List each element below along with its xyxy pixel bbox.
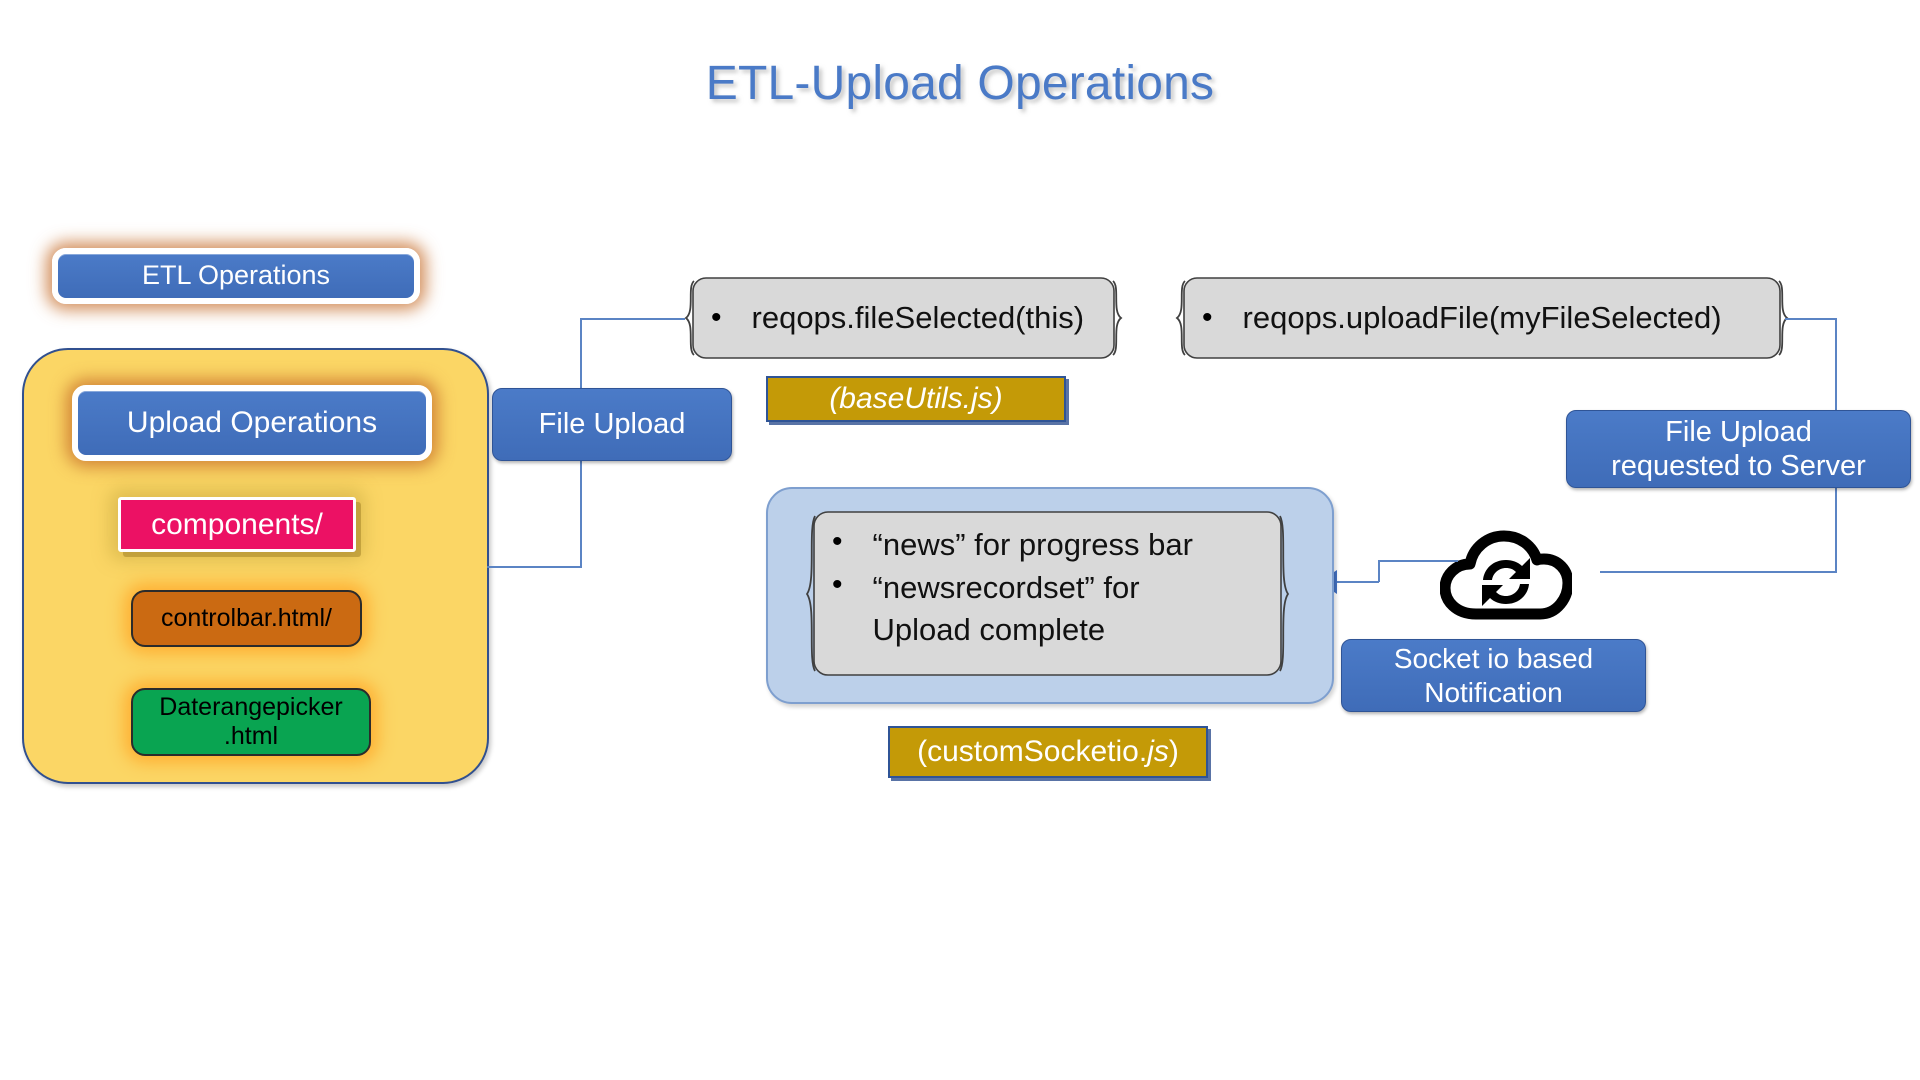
news-item-1: • “news” for progress bar (806, 527, 1193, 563)
code-box-upload-file: • reqops.uploadFile(myFileSelected) (1175, 277, 1789, 359)
socket-notification-box[interactable]: Socket io based Notification (1341, 639, 1646, 712)
news-item-2-line1: “newsrecordset” for (872, 570, 1140, 605)
connector-from-uploadfile (1785, 318, 1837, 320)
daterangepicker-label-line2: .html (223, 722, 279, 750)
controlbar-box[interactable]: controlbar.html/ (131, 590, 362, 647)
file-upload-requested-line1: File Upload (1665, 415, 1812, 448)
custom-socketio-note: (customSocketio. js) (888, 726, 1208, 778)
base-utils-note: (baseUtils.js) (766, 376, 1066, 422)
connector-to-yellow-panel (487, 566, 582, 568)
upload-operations-label: Upload Operations (126, 406, 378, 440)
connector-cloud-to-news-v (1378, 560, 1380, 582)
code-box-2-content: • reqops.uploadFile(myFileSelected) (1176, 277, 1788, 359)
socket-notification-line2: Notification (1424, 676, 1563, 708)
daterangepicker-box[interactable]: Daterangepicker .html (131, 688, 371, 756)
socket-notification-line1: Socket io based (1393, 643, 1594, 675)
etl-operations-box[interactable]: ETL Operations (52, 248, 420, 304)
code-box-2-text: reqops.uploadFile(myFileSelected) (1242, 300, 1722, 335)
daterangepicker-label-line1: Daterangepicker (159, 693, 343, 722)
cloud-sync-icon (1439, 528, 1574, 620)
base-utils-label: (baseUtils.js) (829, 382, 1003, 415)
connector-cloud-to-news-h2 (1337, 581, 1379, 583)
page-title: ETL-Upload Operations (705, 57, 1215, 110)
news-item-2-bullet: • (832, 568, 843, 601)
connector-cloud-to-news-h1 (1378, 560, 1458, 562)
connector-right-to-cloud (1600, 571, 1837, 573)
file-upload-requested-box[interactable]: File Upload requested to Server (1566, 410, 1911, 488)
custom-socketio-name: js (1147, 735, 1169, 768)
code-box-1-content: • reqops.fileSelected(this) (685, 277, 1122, 359)
custom-socketio-prefix: (customSocketio. (917, 735, 1148, 768)
code-box-1-text: reqops.fileSelected(this) (751, 300, 1085, 335)
code-box-2-bullet: • (1202, 301, 1213, 334)
news-box: • “news” for progress bar • “newsrecords… (805, 511, 1290, 676)
news-item-1-bullet: • (832, 525, 843, 558)
custom-socketio-suffix: ) (1168, 735, 1179, 768)
connector-to-fileselected (580, 318, 685, 320)
news-item-1-text: “news” for progress bar (872, 527, 1193, 562)
components-box[interactable]: components/ (118, 497, 356, 552)
file-upload-requested-line2: requested to Server (1611, 450, 1866, 482)
news-box-content: • “news” for progress bar • “newsrecords… (806, 511, 1289, 676)
code-box-file-selected: • reqops.fileSelected(this) (684, 277, 1123, 359)
news-item-2: • “newsrecordset” for Upload complete (806, 570, 1140, 648)
components-label: components/ (151, 507, 323, 541)
controlbar-label: controlbar.html/ (161, 604, 332, 632)
file-upload-label: File Upload (538, 408, 686, 441)
file-upload-box[interactable]: File Upload (492, 388, 732, 461)
upload-operations-box[interactable]: Upload Operations (72, 385, 432, 461)
etl-operations-label: ETL Operations (141, 260, 331, 291)
diagram-canvas: ETL-Upload Operations ETL Operations Upl… (0, 0, 1920, 1080)
code-box-1-bullet: • (711, 301, 722, 334)
news-item-2-line2: Upload complete (872, 612, 1106, 647)
